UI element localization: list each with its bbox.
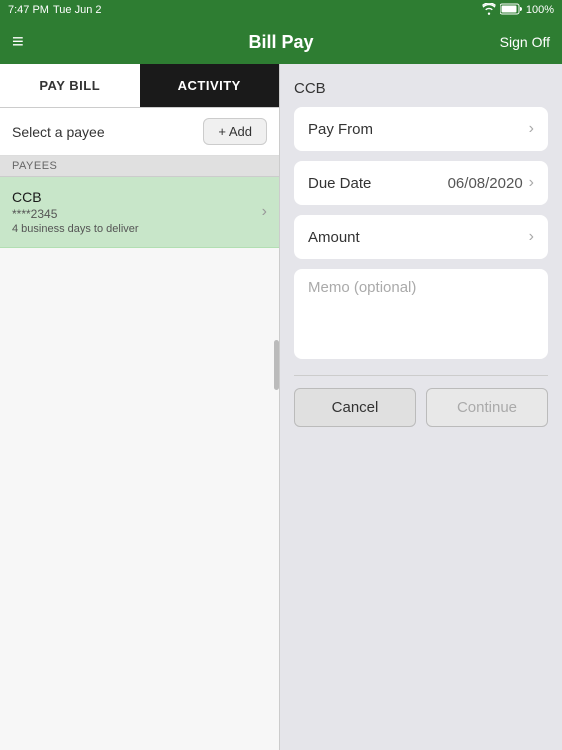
battery-icon — [500, 3, 522, 18]
due-date-chevron-icon: › — [529, 174, 534, 192]
app-title: Bill Pay — [248, 32, 313, 53]
due-date-value: 06/08/2020 › — [448, 174, 534, 192]
amount-card: Amount › — [294, 215, 548, 259]
select-payee-bar: Select a payee + Add — [0, 108, 279, 156]
add-payee-button[interactable]: + Add — [203, 118, 267, 145]
status-date: Tue Jun 2 — [53, 4, 102, 16]
sign-off-button[interactable]: Sign Off — [500, 34, 550, 50]
due-date-card: Due Date 06/08/2020 › — [294, 161, 548, 205]
memo-card[interactable]: Memo (optional) — [294, 269, 548, 359]
payees-section-header: PAYEES — [0, 156, 279, 177]
status-right: 100% — [482, 3, 554, 18]
right-panel: CCB Pay From › Due Date 06/08/2020 › — [280, 64, 562, 750]
menu-icon[interactable]: ≡ — [12, 32, 24, 52]
tab-bar: PAY BILL ACTIVITY — [0, 64, 279, 108]
main-layout: PAY BILL ACTIVITY Select a payee + Add P… — [0, 64, 562, 750]
pay-from-label: Pay From — [308, 121, 373, 138]
payee-chevron-icon: › — [262, 203, 267, 221]
due-date-text: 06/08/2020 — [448, 175, 523, 192]
amount-label: Amount — [308, 229, 360, 246]
wifi-icon — [482, 3, 496, 18]
pay-from-row[interactable]: Pay From › — [294, 107, 548, 151]
status-bar: 7:47 PM Tue Jun 2 100% — [0, 0, 562, 20]
payee-info: CCB ****2345 4 business days to deliver — [12, 189, 139, 235]
left-panel: PAY BILL ACTIVITY Select a payee + Add P… — [0, 64, 280, 750]
amount-chevron-icon: › — [529, 228, 534, 246]
action-buttons: Cancel Continue — [294, 388, 548, 427]
status-time: 7:47 PM — [8, 4, 49, 16]
status-left: 7:47 PM Tue Jun 2 — [8, 4, 101, 16]
amount-row[interactable]: Amount › — [294, 215, 548, 259]
payee-delivery: 4 business days to deliver — [12, 223, 139, 235]
select-payee-label: Select a payee — [12, 124, 105, 140]
divider — [294, 375, 548, 376]
pay-from-value: › — [529, 120, 534, 138]
memo-placeholder: Memo (optional) — [308, 279, 416, 296]
payee-name: CCB — [12, 189, 139, 205]
pay-from-chevron-icon: › — [529, 120, 534, 138]
scroll-indicator — [274, 340, 279, 390]
payee-item[interactable]: CCB ****2345 4 business days to deliver … — [0, 177, 279, 248]
due-date-row[interactable]: Due Date 06/08/2020 › — [294, 161, 548, 205]
due-date-label: Due Date — [308, 175, 371, 192]
app-header: ≡ Bill Pay Sign Off — [0, 20, 562, 64]
tab-activity[interactable]: ACTIVITY — [140, 64, 280, 107]
selected-payee-name: CCB — [294, 80, 548, 97]
cancel-button[interactable]: Cancel — [294, 388, 416, 427]
amount-value: › — [529, 228, 534, 246]
tab-pay-bill[interactable]: PAY BILL — [0, 64, 140, 107]
continue-button: Continue — [426, 388, 548, 427]
battery-percent: 100% — [526, 4, 554, 16]
pay-from-card: Pay From › — [294, 107, 548, 151]
payee-account: ****2345 — [12, 207, 139, 221]
